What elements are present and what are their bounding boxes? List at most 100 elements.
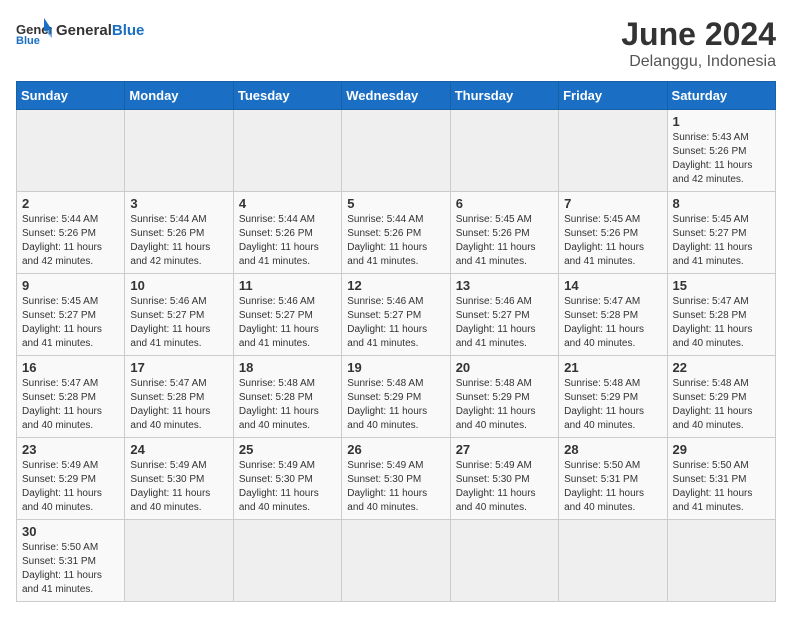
empty-cell	[667, 520, 775, 602]
title-block: June 2024 Delanggu, Indonesia	[621, 16, 776, 71]
day-cell-28: 28 Sunrise: 5:50 AM Sunset: 5:31 PM Dayli…	[559, 438, 667, 520]
day-info: Sunrise: 5:45 AM Sunset: 5:27 PM Dayligh…	[22, 295, 119, 351]
empty-cell	[559, 110, 667, 192]
day-cell-18: 18 Sunrise: 5:48 AM Sunset: 5:28 PM Dayli…	[233, 356, 341, 438]
day-number: 22	[673, 360, 770, 375]
day-number: 29	[673, 442, 770, 457]
day-info: Sunrise: 5:49 AM Sunset: 5:30 PM Dayligh…	[130, 459, 227, 515]
empty-cell	[559, 520, 667, 602]
week-row-1: 1Sunrise: 5:43 AM Sunset: 5:26 PM Daylig…	[17, 110, 776, 192]
logo-general: General	[56, 22, 112, 39]
day-number: 16	[22, 360, 119, 375]
day-cell-27: 27 Sunrise: 5:49 AM Sunset: 5:30 PM Dayli…	[450, 438, 558, 520]
day-info: Sunrise: 5:44 AM Sunset: 5:26 PM Dayligh…	[347, 213, 444, 269]
day-info: Sunrise: 5:47 AM Sunset: 5:28 PM Dayligh…	[564, 295, 661, 351]
day-info: Sunrise: 5:44 AM Sunset: 5:26 PM Dayligh…	[239, 213, 336, 269]
day-number: 24	[130, 442, 227, 457]
weekday-header-tuesday: Tuesday	[233, 82, 341, 110]
day-cell-8: 8 Sunrise: 5:45 AM Sunset: 5:27 PM Daylig…	[667, 192, 775, 274]
day-cell-24: 24 Sunrise: 5:49 AM Sunset: 5:30 PM Dayli…	[125, 438, 233, 520]
logo-blue: Blue	[112, 22, 145, 39]
page-header: General Blue GeneralBlue June 2024 Delan…	[16, 16, 776, 71]
day-info: Sunrise: 5:45 AM Sunset: 5:26 PM Dayligh…	[456, 213, 553, 269]
day-number: 12	[347, 278, 444, 293]
empty-cell	[17, 110, 125, 192]
day-cell-23: 23 Sunrise: 5:49 AM Sunset: 5:29 PM Dayli…	[17, 438, 125, 520]
day-cell-15: 15 Sunrise: 5:47 AM Sunset: 5:28 PM Dayli…	[667, 274, 775, 356]
week-row-4: 16 Sunrise: 5:47 AM Sunset: 5:28 PM Dayli…	[17, 356, 776, 438]
empty-cell	[125, 520, 233, 602]
logo-icon: General Blue	[16, 16, 52, 46]
day-number: 2	[22, 196, 119, 211]
day-number: 15	[673, 278, 770, 293]
day-info: Sunrise: 5:50 AM Sunset: 5:31 PM Dayligh…	[564, 459, 661, 515]
day-number: 25	[239, 442, 336, 457]
day-info: Sunrise: 5:44 AM Sunset: 5:26 PM Dayligh…	[130, 213, 227, 269]
day-info: Sunrise: 5:49 AM Sunset: 5:30 PM Dayligh…	[239, 459, 336, 515]
day-cell-9: 9Sunrise: 5:45 AM Sunset: 5:27 PM Daylig…	[17, 274, 125, 356]
day-info: Sunrise: 5:46 AM Sunset: 5:27 PM Dayligh…	[347, 295, 444, 351]
day-cell-26: 26 Sunrise: 5:49 AM Sunset: 5:30 PM Dayli…	[342, 438, 450, 520]
day-info: Sunrise: 5:49 AM Sunset: 5:30 PM Dayligh…	[456, 459, 553, 515]
weekday-header-monday: Monday	[125, 82, 233, 110]
day-info: Sunrise: 5:47 AM Sunset: 5:28 PM Dayligh…	[673, 295, 770, 351]
day-number: 3	[130, 196, 227, 211]
day-info: Sunrise: 5:49 AM Sunset: 5:30 PM Dayligh…	[347, 459, 444, 515]
day-info: Sunrise: 5:48 AM Sunset: 5:29 PM Dayligh…	[347, 377, 444, 433]
empty-cell	[233, 520, 341, 602]
day-number: 18	[239, 360, 336, 375]
day-number: 6	[456, 196, 553, 211]
weekday-header-friday: Friday	[559, 82, 667, 110]
page-title: June 2024	[621, 16, 776, 53]
day-number: 23	[22, 442, 119, 457]
day-number: 21	[564, 360, 661, 375]
day-cell-7: 7Sunrise: 5:45 AM Sunset: 5:26 PM Daylig…	[559, 192, 667, 274]
day-cell-25: 25 Sunrise: 5:49 AM Sunset: 5:30 PM Dayli…	[233, 438, 341, 520]
day-number: 27	[456, 442, 553, 457]
day-cell-1: 1Sunrise: 5:43 AM Sunset: 5:26 PM Daylig…	[667, 110, 775, 192]
day-info: Sunrise: 5:45 AM Sunset: 5:27 PM Dayligh…	[673, 213, 770, 269]
day-cell-6: 6 Sunrise: 5:45 AM Sunset: 5:26 PM Daylig…	[450, 192, 558, 274]
day-number: 30	[22, 524, 119, 539]
day-info: Sunrise: 5:47 AM Sunset: 5:28 PM Dayligh…	[130, 377, 227, 433]
day-info: Sunrise: 5:48 AM Sunset: 5:29 PM Dayligh…	[564, 377, 661, 433]
day-cell-22: 22Sunrise: 5:48 AM Sunset: 5:29 PM Dayli…	[667, 356, 775, 438]
empty-cell	[450, 110, 558, 192]
day-info: Sunrise: 5:50 AM Sunset: 5:31 PM Dayligh…	[22, 541, 119, 597]
day-number: 11	[239, 278, 336, 293]
day-number: 20	[456, 360, 553, 375]
day-cell-17: 17 Sunrise: 5:47 AM Sunset: 5:28 PM Dayli…	[125, 356, 233, 438]
day-number: 5	[347, 196, 444, 211]
empty-cell	[125, 110, 233, 192]
day-cell-19: 19Sunrise: 5:48 AM Sunset: 5:29 PM Dayli…	[342, 356, 450, 438]
weekday-header-thursday: Thursday	[450, 82, 558, 110]
day-number: 28	[564, 442, 661, 457]
day-info: Sunrise: 5:48 AM Sunset: 5:29 PM Dayligh…	[456, 377, 553, 433]
empty-cell	[450, 520, 558, 602]
day-info: Sunrise: 5:46 AM Sunset: 5:27 PM Dayligh…	[239, 295, 336, 351]
day-number: 8	[673, 196, 770, 211]
day-info: Sunrise: 5:50 AM Sunset: 5:31 PM Dayligh…	[673, 459, 770, 515]
week-row-5: 23 Sunrise: 5:49 AM Sunset: 5:29 PM Dayli…	[17, 438, 776, 520]
day-info: Sunrise: 5:44 AM Sunset: 5:26 PM Dayligh…	[22, 213, 119, 269]
day-info: Sunrise: 5:46 AM Sunset: 5:27 PM Dayligh…	[456, 295, 553, 351]
weekday-header-row: SundayMondayTuesdayWednesdayThursdayFrid…	[17, 82, 776, 110]
day-info: Sunrise: 5:45 AM Sunset: 5:26 PM Dayligh…	[564, 213, 661, 269]
day-number: 26	[347, 442, 444, 457]
day-info: Sunrise: 5:48 AM Sunset: 5:28 PM Dayligh…	[239, 377, 336, 433]
day-cell-4: 4Sunrise: 5:44 AM Sunset: 5:26 PM Daylig…	[233, 192, 341, 274]
day-cell-3: 3 Sunrise: 5:44 AM Sunset: 5:26 PM Daylig…	[125, 192, 233, 274]
day-number: 17	[130, 360, 227, 375]
day-cell-29: 29 Sunrise: 5:50 AM Sunset: 5:31 PM Dayli…	[667, 438, 775, 520]
empty-cell	[342, 110, 450, 192]
logo: General Blue GeneralBlue	[16, 16, 144, 46]
day-cell-10: 10Sunrise: 5:46 AM Sunset: 5:27 PM Dayli…	[125, 274, 233, 356]
empty-cell	[233, 110, 341, 192]
day-number: 14	[564, 278, 661, 293]
week-row-6: 30 Sunrise: 5:50 AM Sunset: 5:31 PM Dayli…	[17, 520, 776, 602]
day-cell-5: 5 Sunrise: 5:44 AM Sunset: 5:26 PM Daylig…	[342, 192, 450, 274]
day-cell-21: 21 Sunrise: 5:48 AM Sunset: 5:29 PM Dayli…	[559, 356, 667, 438]
week-row-3: 9Sunrise: 5:45 AM Sunset: 5:27 PM Daylig…	[17, 274, 776, 356]
day-cell-13: 13Sunrise: 5:46 AM Sunset: 5:27 PM Dayli…	[450, 274, 558, 356]
day-info: Sunrise: 5:49 AM Sunset: 5:29 PM Dayligh…	[22, 459, 119, 515]
